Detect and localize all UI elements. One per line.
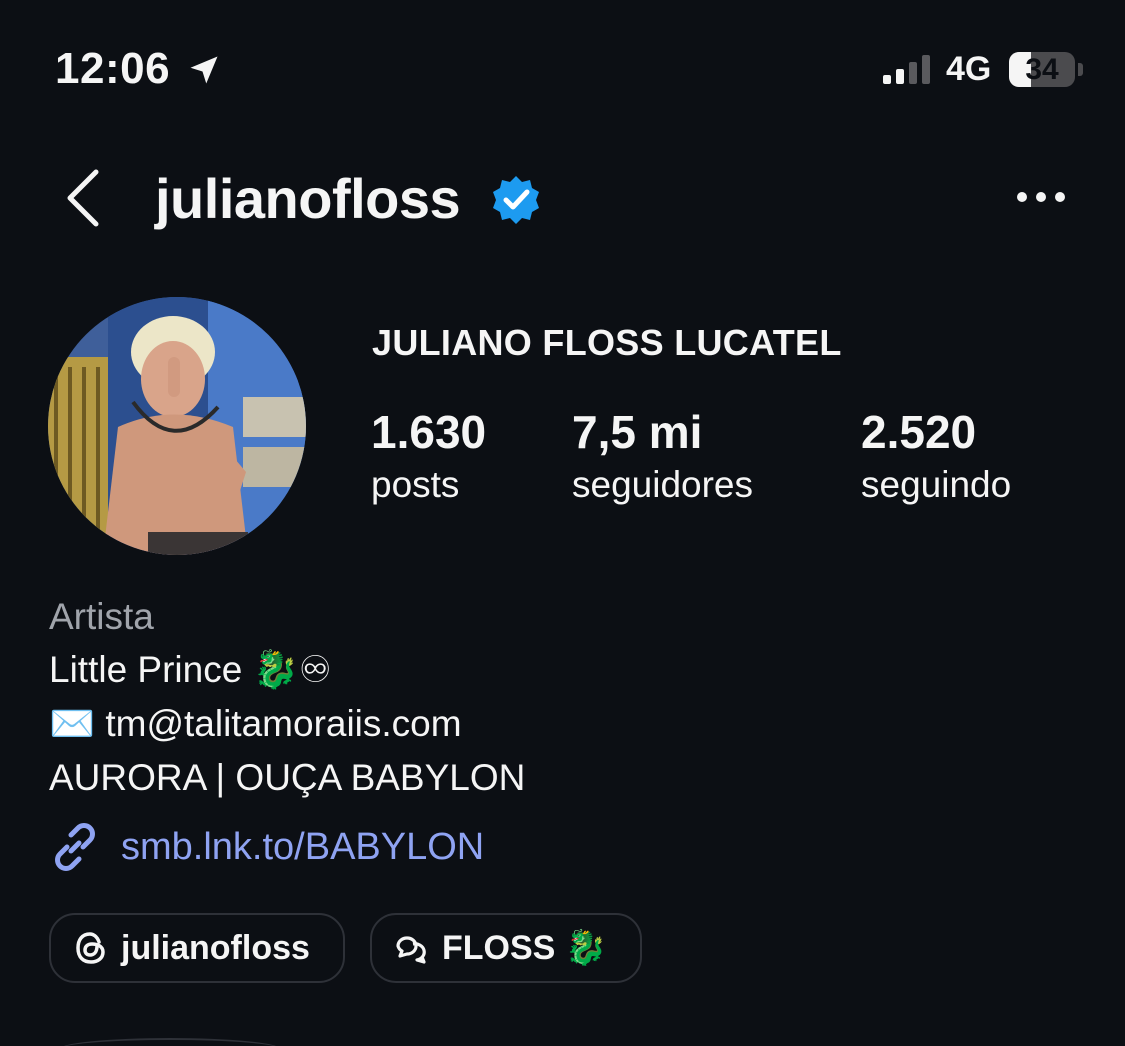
bio-line-1: Little Prince 🐉♾ xyxy=(49,649,332,690)
stat-value: 1.630 xyxy=(371,406,487,458)
network-type: 4G xyxy=(946,50,992,88)
threads-profile-button[interactable]: julianofloss xyxy=(49,913,345,983)
chat-bubbles-icon xyxy=(396,936,426,964)
profile-screen: 12:06 4G 34 julianofloss JULIANO FLOSS L… xyxy=(0,0,1125,1046)
verified-badge-icon xyxy=(493,176,539,224)
highlights-edge xyxy=(60,1038,280,1046)
stat-posts[interactable]: 1.630 posts xyxy=(371,402,486,508)
threads-icon xyxy=(76,932,105,964)
profile-category: Artista xyxy=(49,596,154,637)
status-time: 12:06 xyxy=(55,44,171,93)
bio-line-3: AURORA | OUÇA BABYLON xyxy=(49,757,526,798)
bio-line-2: ✉️ tm@talitamoraiis.com xyxy=(49,703,462,744)
stat-label: posts xyxy=(371,464,460,505)
battery-level: 34 xyxy=(1025,52,1059,86)
broadcast-channel-button[interactable]: FLOSS 🐉 xyxy=(370,913,642,983)
stat-value: 2.520 xyxy=(861,406,977,458)
stat-followers[interactable]: 7,5 mi seguidores xyxy=(572,402,753,508)
stat-value: 7,5 mi xyxy=(572,406,703,458)
stat-label: seguindo xyxy=(861,464,1012,505)
more-options-icon[interactable] xyxy=(1012,185,1070,209)
link-text: smb.lnk.to/BABYLON xyxy=(121,825,485,868)
avatar-image xyxy=(48,297,306,555)
link-icon xyxy=(55,823,95,871)
battery-cap xyxy=(1078,63,1083,76)
avatar[interactable] xyxy=(48,297,306,555)
chevron-left-icon[interactable] xyxy=(58,166,106,230)
stat-label: seguidores xyxy=(572,464,754,505)
cellular-signal-icon xyxy=(883,55,930,84)
stat-following[interactable]: 2.520 seguindo xyxy=(861,402,1011,508)
pill-label: FLOSS 🐉 xyxy=(442,929,608,967)
pill-label: julianofloss xyxy=(121,928,310,967)
battery-icon: 34 xyxy=(1009,52,1075,87)
username: julianofloss xyxy=(155,167,461,230)
location-arrow-icon xyxy=(190,56,218,84)
full-name: JULIANO FLOSS LUCATEL xyxy=(372,322,842,363)
profile-link[interactable]: smb.lnk.to/BABYLON xyxy=(49,822,484,872)
